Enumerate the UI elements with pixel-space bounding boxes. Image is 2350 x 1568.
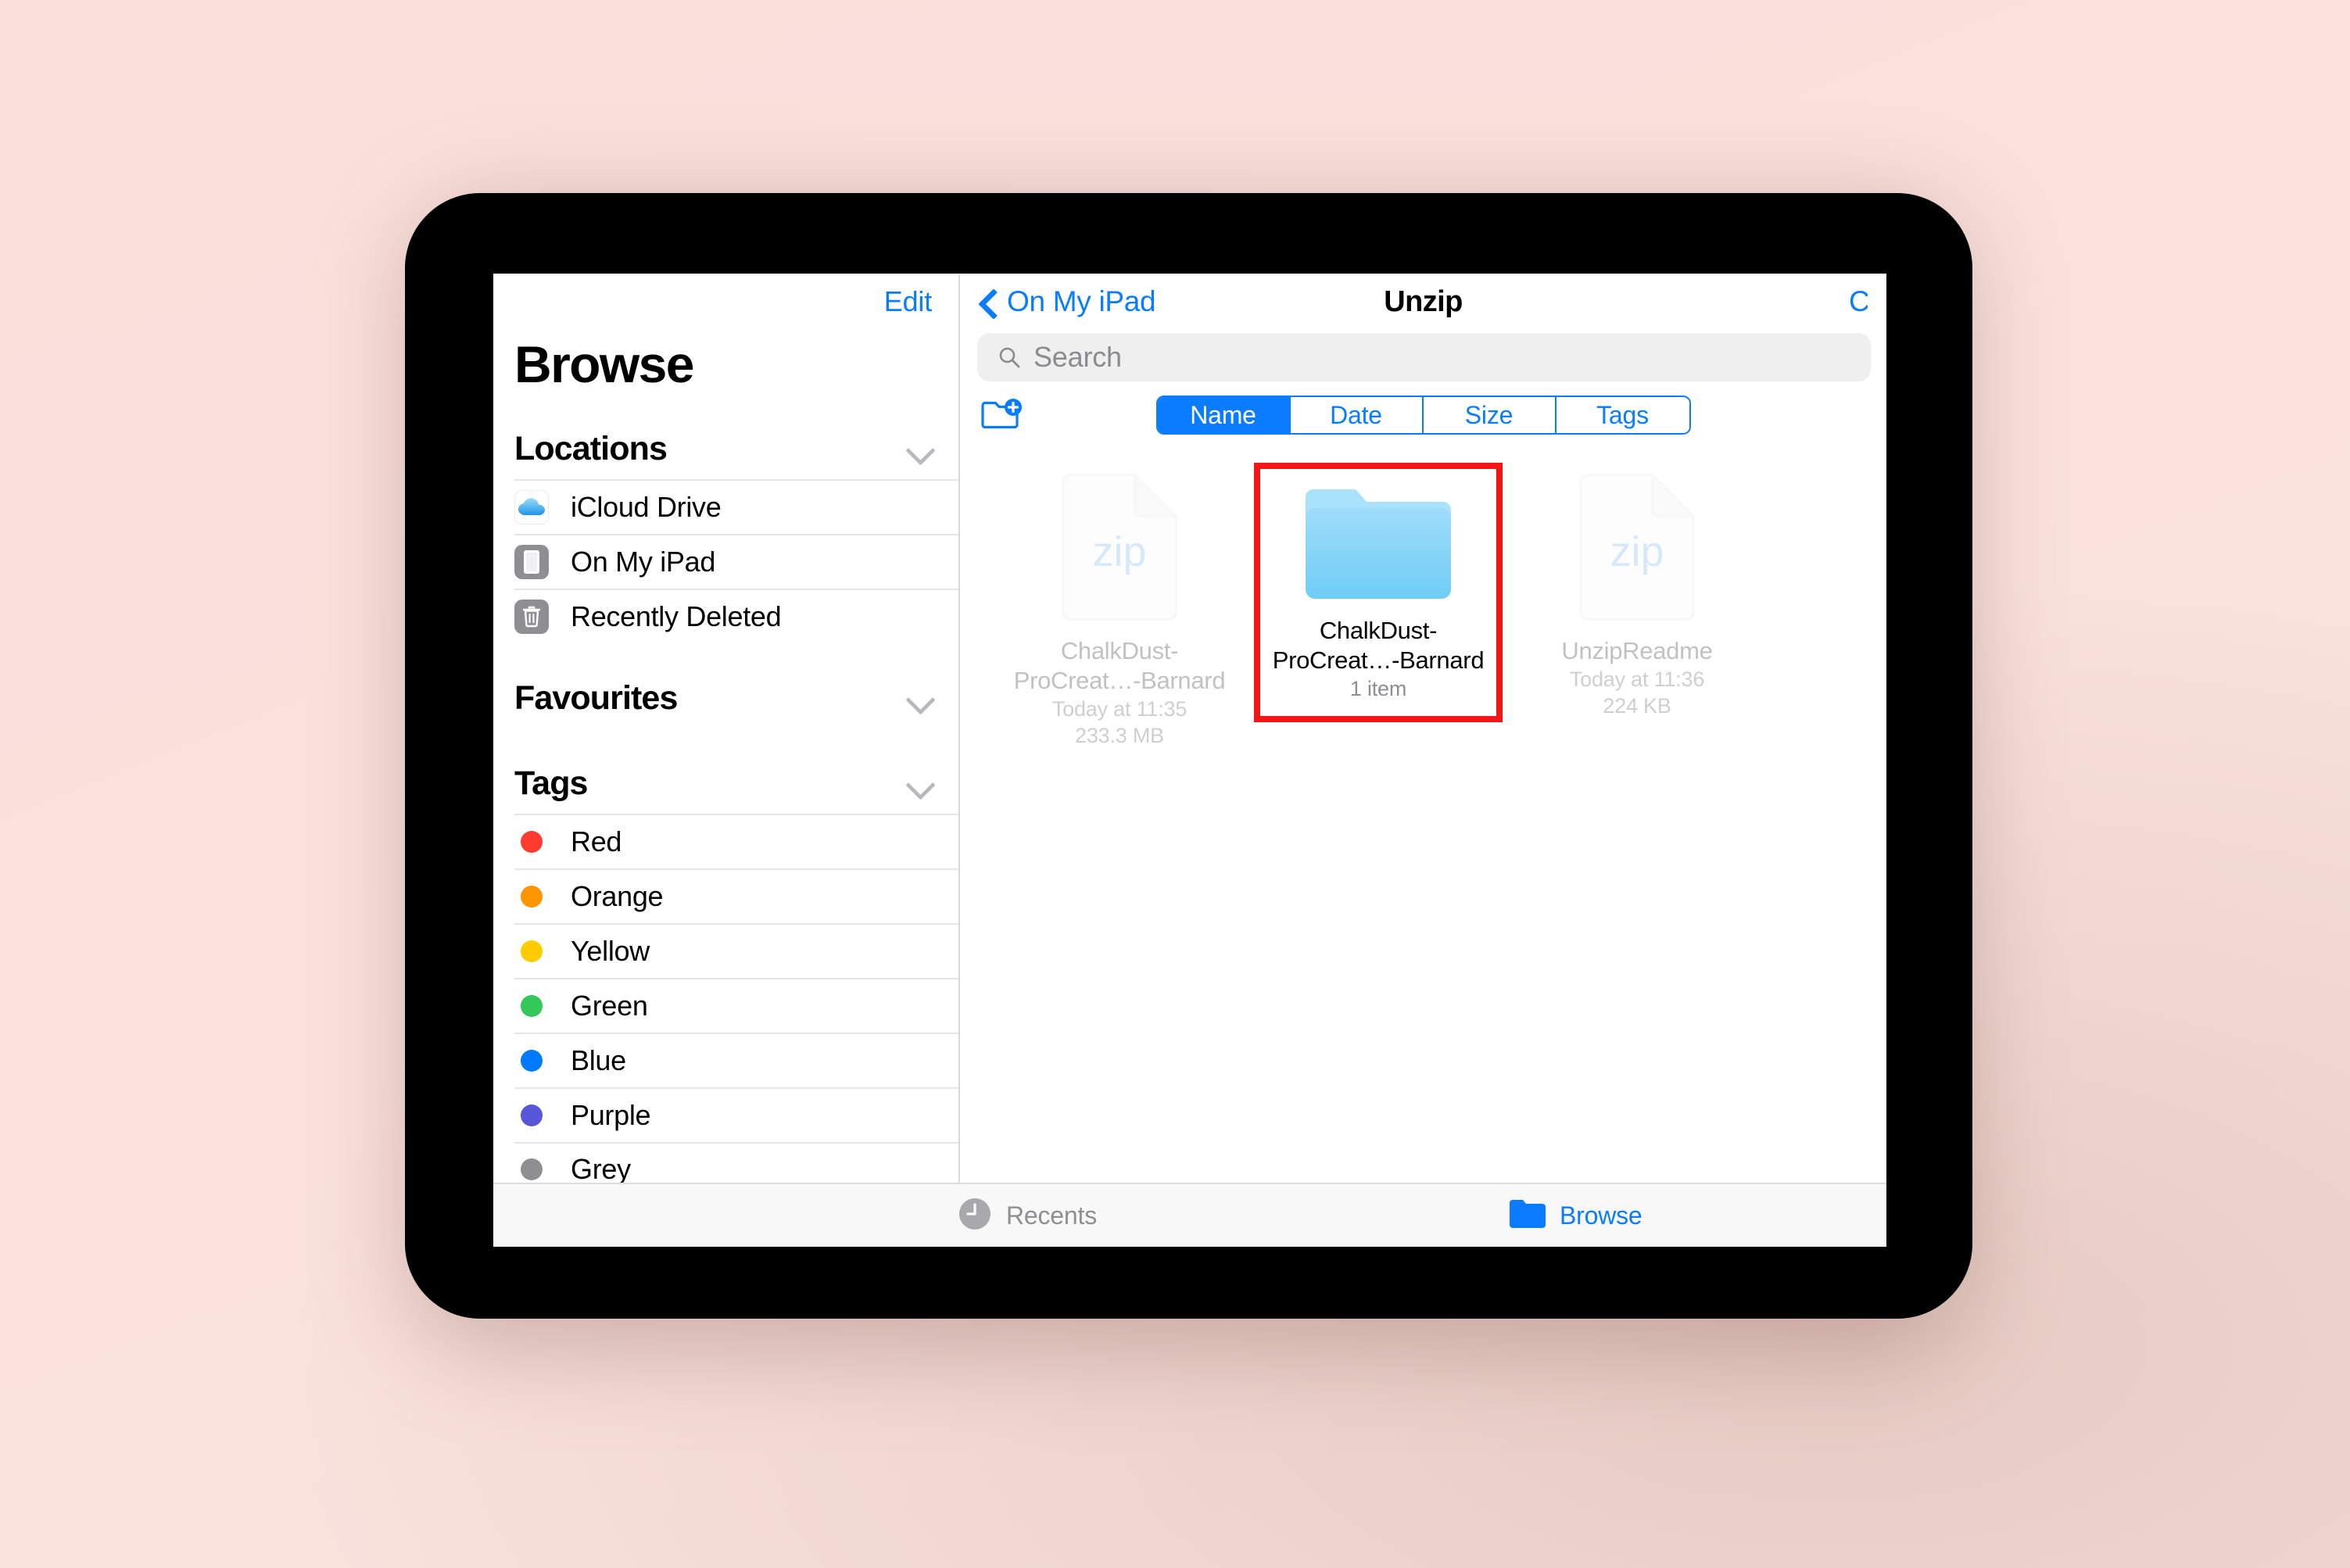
- file-size: 233.3 MB: [1075, 724, 1164, 747]
- file-name: UnzipReadme: [1561, 637, 1713, 664]
- clock-icon: [958, 1197, 992, 1235]
- files-app: Edit Browse Locations iCloud Drive On My…: [493, 274, 1886, 1183]
- file-date: Today at 11:36: [1569, 668, 1705, 691]
- tag-label: Grey: [571, 1153, 631, 1183]
- tag-color-dot-yellow: [521, 940, 543, 962]
- tag-label: Blue: [571, 1044, 626, 1076]
- content-pane: On My iPad Unzip C Search Name Date Size…: [960, 274, 1886, 1183]
- segment-name[interactable]: Name: [1157, 397, 1291, 433]
- sidebar-item-tag-red[interactable]: Red: [514, 814, 958, 868]
- section-header-favourites[interactable]: Favourites: [493, 643, 958, 729]
- content-toolbar: Name Date Size Tags: [960, 381, 1886, 449]
- file-item-folder-chalkdust[interactable]: ChalkDust-ProCreat…-Barnard 1 item: [1254, 463, 1503, 722]
- ipad-screen: Edit Browse Locations iCloud Drive On My…: [493, 274, 1886, 1247]
- section-header-locations[interactable]: Locations: [493, 394, 958, 479]
- page-title: Browse: [514, 335, 694, 393]
- tag-color-dot-orange: [521, 886, 543, 908]
- edit-button[interactable]: Edit: [884, 285, 932, 318]
- tag-color-dot-purple: [521, 1104, 543, 1126]
- svg-text:zip: zip: [1610, 528, 1664, 575]
- back-button-label: On My iPad: [1007, 285, 1156, 317]
- sidebar-item-recently-deleted[interactable]: Recently Deleted: [514, 589, 958, 643]
- sidebar-item-tag-grey[interactable]: Grey: [514, 1142, 958, 1183]
- sidebar-item-tag-green[interactable]: Green: [514, 978, 958, 1033]
- chevron-left-icon: [977, 292, 998, 312]
- file-item-zip-chalkdust[interactable]: zip ChalkDust-ProCreat…-Barnard Today at…: [1004, 463, 1235, 749]
- folder-icon: [1510, 1199, 1546, 1233]
- svg-text:zip: zip: [1092, 528, 1146, 575]
- file-name: ChalkDust-ProCreat…-Barnard: [1272, 617, 1485, 674]
- chevron-down-icon[interactable]: [908, 772, 932, 796]
- tag-label: Green: [571, 990, 648, 1022]
- zip-file-icon: zip: [1578, 474, 1696, 622]
- folder-icon: [1304, 485, 1453, 600]
- sidebar-item-tag-orange[interactable]: Orange: [514, 868, 958, 923]
- sidebar: Edit Browse Locations iCloud Drive On My…: [493, 274, 960, 1183]
- search-placeholder: Search: [1033, 341, 1122, 373]
- sidebar-scroll-area[interactable]: Browse Locations iCloud Drive On My iPad…: [493, 330, 958, 1183]
- sidebar-item-on-my-ipad[interactable]: On My iPad: [514, 534, 958, 589]
- sidebar-item-icloud-drive[interactable]: iCloud Drive: [514, 479, 958, 534]
- file-item-zip-unzipreadme[interactable]: zip UnzipReadme Today at 11:36 224 KB: [1521, 463, 1753, 719]
- tab-bar: Recents Browse: [493, 1183, 1886, 1247]
- search-input[interactable]: Search: [977, 333, 1871, 381]
- sidebar-item-label: iCloud Drive: [571, 491, 722, 523]
- sort-segmented-control[interactable]: Name Date Size Tags: [1155, 396, 1691, 435]
- file-grid: zip ChalkDust-ProCreat…-Barnard Today at…: [960, 449, 1886, 1183]
- file-name: ChalkDust-ProCreat…-Barnard: [1013, 637, 1226, 694]
- section-title: Locations: [514, 430, 668, 467]
- file-date: Today at 11:35: [1051, 697, 1188, 721]
- search-bar-container: Search: [960, 330, 1886, 381]
- sidebar-item-tag-yellow[interactable]: Yellow: [514, 923, 958, 978]
- sidebar-item-tag-blue[interactable]: Blue: [514, 1033, 958, 1087]
- tag-color-dot-green: [521, 995, 543, 1017]
- file-item-count: 1 item: [1349, 677, 1407, 700]
- tab-label: Browse: [1560, 1201, 1642, 1230]
- tag-label: Yellow: [571, 935, 650, 967]
- zip-file-icon: zip: [1060, 474, 1179, 622]
- trash-icon: [514, 600, 549, 634]
- chevron-down-icon[interactable]: [908, 687, 932, 711]
- segment-date[interactable]: Date: [1290, 397, 1424, 433]
- sidebar-item-label: Recently Deleted: [571, 600, 782, 632]
- segment-size[interactable]: Size: [1423, 397, 1557, 433]
- tab-recents[interactable]: Recents: [958, 1197, 1097, 1235]
- tag-color-dot-red: [521, 831, 543, 853]
- tag-label: Orange: [571, 880, 664, 912]
- nav-right-button[interactable]: C: [1849, 285, 1868, 318]
- section-title: Tags: [514, 764, 588, 802]
- tab-label: Recents: [1006, 1201, 1097, 1230]
- search-icon: [998, 345, 1021, 369]
- sidebar-toolbar: Edit: [493, 274, 958, 330]
- ipad-icon: [514, 545, 549, 579]
- back-button[interactable]: On My iPad: [977, 285, 1156, 318]
- section-title: Favourites: [514, 679, 678, 717]
- icloud-icon: [514, 490, 549, 524]
- tag-color-dot-blue: [521, 1050, 543, 1072]
- navigation-bar: On My iPad Unzip C: [960, 274, 1886, 330]
- segment-tags[interactable]: Tags: [1556, 397, 1689, 433]
- sidebar-item-tag-purple[interactable]: Purple: [514, 1087, 958, 1142]
- tab-browse[interactable]: Browse: [1510, 1199, 1642, 1233]
- section-header-tags[interactable]: Tags: [493, 729, 958, 814]
- tag-color-dot-grey: [521, 1158, 543, 1180]
- sidebar-item-label: On My iPad: [571, 546, 716, 578]
- chevron-down-icon[interactable]: [908, 438, 932, 461]
- new-folder-icon[interactable]: [980, 398, 1024, 432]
- tag-label: Red: [571, 825, 622, 857]
- file-size: 224 KB: [1603, 694, 1671, 718]
- tag-label: Purple: [571, 1099, 651, 1131]
